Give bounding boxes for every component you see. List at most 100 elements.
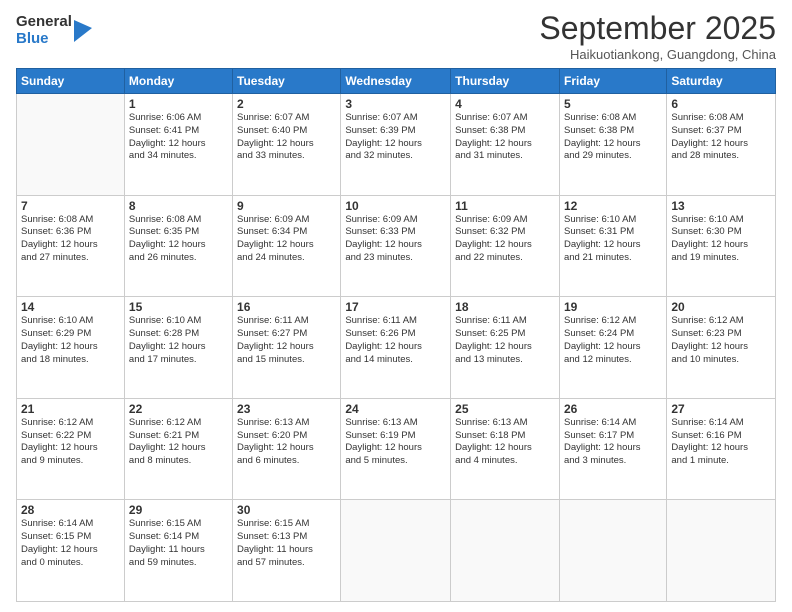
day-info: Sunrise: 6:09 AM Sunset: 6:34 PM Dayligh… <box>237 214 336 265</box>
calendar-cell: 4Sunrise: 6:07 AM Sunset: 6:38 PM Daylig… <box>451 94 560 196</box>
day-number: 11 <box>455 199 555 213</box>
calendar-week-row: 28Sunrise: 6:14 AM Sunset: 6:15 PM Dayli… <box>17 500 776 602</box>
day-number: 4 <box>455 97 555 111</box>
calendar-cell <box>667 500 776 602</box>
day-number: 29 <box>129 503 228 517</box>
day-info: Sunrise: 6:08 AM Sunset: 6:37 PM Dayligh… <box>671 112 771 163</box>
day-number: 1 <box>129 97 228 111</box>
day-info: Sunrise: 6:11 AM Sunset: 6:26 PM Dayligh… <box>345 315 446 366</box>
day-info: Sunrise: 6:12 AM Sunset: 6:23 PM Dayligh… <box>671 315 771 366</box>
day-info: Sunrise: 6:15 AM Sunset: 6:14 PM Dayligh… <box>129 518 228 569</box>
day-header-row: SundayMondayTuesdayWednesdayThursdayFrid… <box>17 69 776 94</box>
day-of-week-header: Saturday <box>667 69 776 94</box>
calendar-cell: 16Sunrise: 6:11 AM Sunset: 6:27 PM Dayli… <box>233 297 341 399</box>
day-info: Sunrise: 6:10 AM Sunset: 6:31 PM Dayligh… <box>564 214 662 265</box>
calendar-cell: 10Sunrise: 6:09 AM Sunset: 6:33 PM Dayli… <box>341 195 451 297</box>
day-number: 12 <box>564 199 662 213</box>
calendar-cell <box>17 94 125 196</box>
calendar-cell: 2Sunrise: 6:07 AM Sunset: 6:40 PM Daylig… <box>233 94 341 196</box>
calendar-cell: 7Sunrise: 6:08 AM Sunset: 6:36 PM Daylig… <box>17 195 125 297</box>
calendar-page: General Blue September 2025 Haikuotianko… <box>0 0 792 612</box>
day-number: 25 <box>455 402 555 416</box>
day-info: Sunrise: 6:07 AM Sunset: 6:38 PM Dayligh… <box>455 112 555 163</box>
day-info: Sunrise: 6:08 AM Sunset: 6:35 PM Dayligh… <box>129 214 228 265</box>
calendar-cell: 1Sunrise: 6:06 AM Sunset: 6:41 PM Daylig… <box>124 94 232 196</box>
calendar-cell: 15Sunrise: 6:10 AM Sunset: 6:28 PM Dayli… <box>124 297 232 399</box>
day-number: 15 <box>129 300 228 314</box>
calendar-cell: 23Sunrise: 6:13 AM Sunset: 6:20 PM Dayli… <box>233 398 341 500</box>
calendar-week-row: 1Sunrise: 6:06 AM Sunset: 6:41 PM Daylig… <box>17 94 776 196</box>
day-number: 6 <box>671 97 771 111</box>
day-info: Sunrise: 6:15 AM Sunset: 6:13 PM Dayligh… <box>237 518 336 569</box>
subtitle: Haikuotiankong, Guangdong, China <box>539 47 776 62</box>
day-number: 26 <box>564 402 662 416</box>
day-info: Sunrise: 6:13 AM Sunset: 6:18 PM Dayligh… <box>455 417 555 468</box>
day-info: Sunrise: 6:11 AM Sunset: 6:27 PM Dayligh… <box>237 315 336 366</box>
day-info: Sunrise: 6:12 AM Sunset: 6:22 PM Dayligh… <box>21 417 120 468</box>
day-info: Sunrise: 6:06 AM Sunset: 6:41 PM Dayligh… <box>129 112 228 163</box>
day-info: Sunrise: 6:14 AM Sunset: 6:17 PM Dayligh… <box>564 417 662 468</box>
day-number: 16 <box>237 300 336 314</box>
day-info: Sunrise: 6:09 AM Sunset: 6:32 PM Dayligh… <box>455 214 555 265</box>
day-number: 7 <box>21 199 120 213</box>
calendar-cell: 14Sunrise: 6:10 AM Sunset: 6:29 PM Dayli… <box>17 297 125 399</box>
calendar-cell: 13Sunrise: 6:10 AM Sunset: 6:30 PM Dayli… <box>667 195 776 297</box>
logo: General Blue <box>16 14 92 47</box>
day-number: 18 <box>455 300 555 314</box>
day-number: 30 <box>237 503 336 517</box>
day-info: Sunrise: 6:07 AM Sunset: 6:39 PM Dayligh… <box>345 112 446 163</box>
day-number: 21 <box>21 402 120 416</box>
day-number: 13 <box>671 199 771 213</box>
day-number: 14 <box>21 300 120 314</box>
day-number: 20 <box>671 300 771 314</box>
day-info: Sunrise: 6:08 AM Sunset: 6:38 PM Dayligh… <box>564 112 662 163</box>
day-info: Sunrise: 6:12 AM Sunset: 6:24 PM Dayligh… <box>564 315 662 366</box>
calendar-cell: 26Sunrise: 6:14 AM Sunset: 6:17 PM Dayli… <box>559 398 666 500</box>
day-info: Sunrise: 6:13 AM Sunset: 6:20 PM Dayligh… <box>237 417 336 468</box>
day-number: 9 <box>237 199 336 213</box>
calendar-cell: 17Sunrise: 6:11 AM Sunset: 6:26 PM Dayli… <box>341 297 451 399</box>
calendar-cell: 22Sunrise: 6:12 AM Sunset: 6:21 PM Dayli… <box>124 398 232 500</box>
calendar-cell: 8Sunrise: 6:08 AM Sunset: 6:35 PM Daylig… <box>124 195 232 297</box>
calendar-cell: 21Sunrise: 6:12 AM Sunset: 6:22 PM Dayli… <box>17 398 125 500</box>
calendar-cell: 27Sunrise: 6:14 AM Sunset: 6:16 PM Dayli… <box>667 398 776 500</box>
calendar-cell <box>341 500 451 602</box>
day-number: 28 <box>21 503 120 517</box>
header: General Blue September 2025 Haikuotianko… <box>16 10 776 62</box>
calendar-cell: 30Sunrise: 6:15 AM Sunset: 6:13 PM Dayli… <box>233 500 341 602</box>
calendar-cell: 3Sunrise: 6:07 AM Sunset: 6:39 PM Daylig… <box>341 94 451 196</box>
calendar-week-row: 21Sunrise: 6:12 AM Sunset: 6:22 PM Dayli… <box>17 398 776 500</box>
day-info: Sunrise: 6:10 AM Sunset: 6:30 PM Dayligh… <box>671 214 771 265</box>
day-number: 19 <box>564 300 662 314</box>
calendar-body: 1Sunrise: 6:06 AM Sunset: 6:41 PM Daylig… <box>17 94 776 602</box>
day-of-week-header: Thursday <box>451 69 560 94</box>
day-of-week-header: Sunday <box>17 69 125 94</box>
day-number: 8 <box>129 199 228 213</box>
calendar-cell: 12Sunrise: 6:10 AM Sunset: 6:31 PM Dayli… <box>559 195 666 297</box>
month-title: September 2025 <box>539 10 776 47</box>
calendar-cell: 18Sunrise: 6:11 AM Sunset: 6:25 PM Dayli… <box>451 297 560 399</box>
day-info: Sunrise: 6:08 AM Sunset: 6:36 PM Dayligh… <box>21 214 120 265</box>
calendar-cell: 25Sunrise: 6:13 AM Sunset: 6:18 PM Dayli… <box>451 398 560 500</box>
calendar-week-row: 7Sunrise: 6:08 AM Sunset: 6:36 PM Daylig… <box>17 195 776 297</box>
title-section: September 2025 Haikuotiankong, Guangdong… <box>539 10 776 62</box>
logo-icon <box>74 20 92 42</box>
day-info: Sunrise: 6:13 AM Sunset: 6:19 PM Dayligh… <box>345 417 446 468</box>
calendar-header: SundayMondayTuesdayWednesdayThursdayFrid… <box>17 69 776 94</box>
day-info: Sunrise: 6:11 AM Sunset: 6:25 PM Dayligh… <box>455 315 555 366</box>
calendar-week-row: 14Sunrise: 6:10 AM Sunset: 6:29 PM Dayli… <box>17 297 776 399</box>
calendar-cell: 6Sunrise: 6:08 AM Sunset: 6:37 PM Daylig… <box>667 94 776 196</box>
logo-text: General Blue <box>16 14 72 47</box>
day-info: Sunrise: 6:14 AM Sunset: 6:15 PM Dayligh… <box>21 518 120 569</box>
day-info: Sunrise: 6:14 AM Sunset: 6:16 PM Dayligh… <box>671 417 771 468</box>
day-info: Sunrise: 6:10 AM Sunset: 6:29 PM Dayligh… <box>21 315 120 366</box>
logo-general: General <box>16 14 72 31</box>
day-number: 24 <box>345 402 446 416</box>
day-number: 2 <box>237 97 336 111</box>
day-of-week-header: Friday <box>559 69 666 94</box>
day-number: 10 <box>345 199 446 213</box>
calendar-table: SundayMondayTuesdayWednesdayThursdayFrid… <box>16 68 776 602</box>
calendar-cell: 5Sunrise: 6:08 AM Sunset: 6:38 PM Daylig… <box>559 94 666 196</box>
calendar-cell: 24Sunrise: 6:13 AM Sunset: 6:19 PM Dayli… <box>341 398 451 500</box>
calendar-cell: 29Sunrise: 6:15 AM Sunset: 6:14 PM Dayli… <box>124 500 232 602</box>
